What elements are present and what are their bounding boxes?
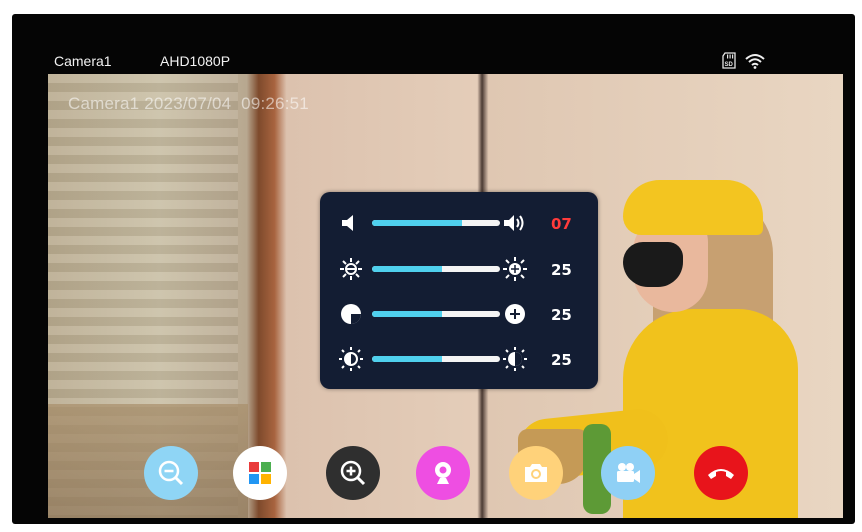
zoom-out-icon	[158, 460, 184, 486]
phone-hangup-icon	[708, 469, 734, 479]
saturation-high-icon[interactable]	[502, 346, 528, 372]
volume-low-icon[interactable]	[338, 210, 364, 236]
sd-card-icon: SD	[722, 52, 736, 69]
volume-slider[interactable]	[372, 220, 500, 226]
camera-icon	[525, 464, 547, 482]
brightness-low-icon[interactable]	[338, 256, 364, 282]
person-cap	[623, 180, 763, 235]
resolution-label: AHD1080P	[160, 53, 231, 69]
brightness-value: 25	[551, 261, 572, 279]
video-camera-icon	[617, 463, 640, 483]
saturation-row: 25	[320, 344, 598, 374]
saturation-slider[interactable]	[372, 356, 500, 362]
monitor-button[interactable]	[416, 446, 470, 500]
svg-text:SD: SD	[725, 62, 734, 68]
camera-name: Camera1	[54, 53, 112, 69]
zoom-in-icon	[340, 460, 366, 486]
contrast-row: 25	[320, 299, 598, 329]
brightness-slider[interactable]	[372, 266, 500, 272]
contrast-value: 25	[551, 306, 572, 324]
contrast-slider[interactable]	[372, 311, 500, 317]
record-button[interactable]	[601, 446, 655, 500]
status-bar: Camera1 AHD1080P SD	[12, 14, 855, 74]
zoom-out-button[interactable]	[144, 446, 198, 500]
intercom-screen: Camera1 AHD1080P SD Camera1 2023/07/04 0…	[12, 14, 855, 524]
contrast-high-icon[interactable]	[502, 301, 528, 327]
snapshot-button[interactable]	[509, 446, 563, 500]
volume-slider-fill	[372, 220, 462, 226]
image-settings-panel: 07 25 25 25	[320, 192, 598, 389]
saturation-value: 25	[551, 351, 572, 369]
zoom-in-button[interactable]	[326, 446, 380, 500]
contrast-slider-fill	[372, 311, 443, 317]
person-mask	[623, 242, 683, 287]
brightness-high-icon[interactable]	[502, 256, 528, 282]
brightness-slider-fill	[372, 266, 443, 272]
grid-menu-icon	[249, 462, 271, 484]
volume-row: 07	[320, 208, 598, 238]
volume-high-icon[interactable]	[502, 210, 528, 236]
saturation-slider-fill	[372, 356, 443, 362]
brightness-row: 25	[320, 254, 598, 284]
volume-value: 07	[551, 215, 572, 233]
menu-button[interactable]	[233, 446, 287, 500]
hang-up-button[interactable]	[694, 446, 748, 500]
osd-timestamp: Camera1 2023/07/04 09:26:51	[68, 94, 309, 113]
contrast-low-icon[interactable]	[338, 301, 364, 327]
webcam-icon	[435, 462, 451, 484]
wifi-icon	[745, 54, 765, 69]
saturation-low-icon[interactable]	[338, 346, 364, 372]
